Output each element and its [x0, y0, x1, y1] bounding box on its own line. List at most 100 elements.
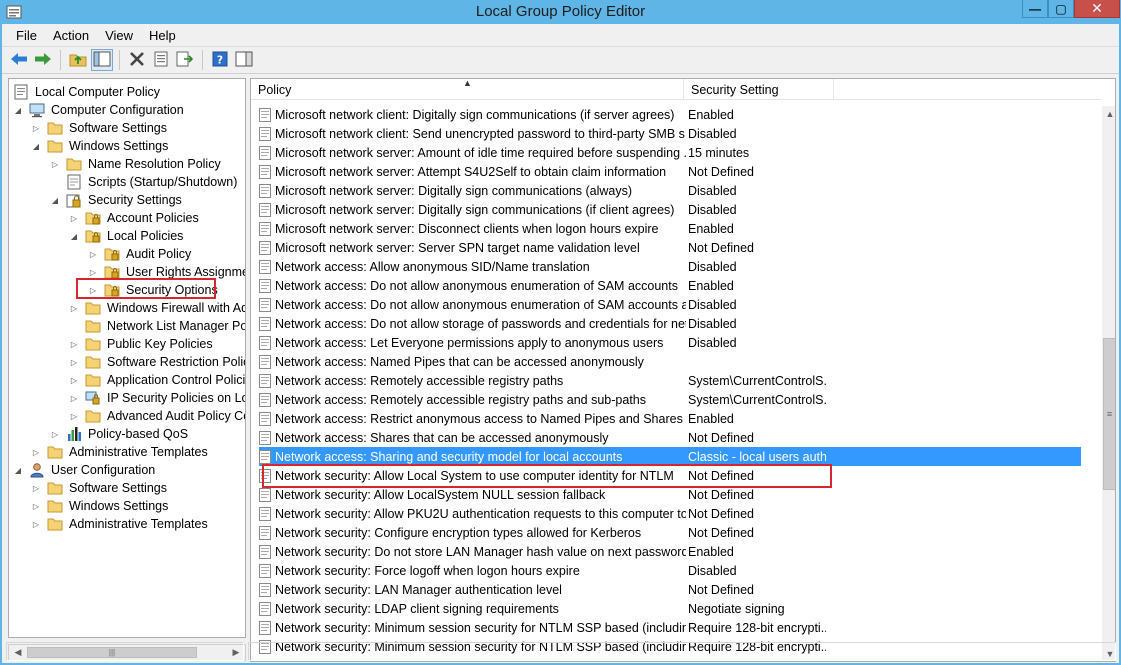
scroll-up-icon[interactable]: ▲ [1102, 106, 1115, 122]
tree-node-administrative-templates[interactable]: ▷ Administrative Templates [31, 515, 210, 533]
expand-icon[interactable]: ▷ [69, 213, 79, 223]
up-folder-button[interactable] [67, 49, 89, 71]
tree-node-public-key-policies[interactable]: ▷ Public Key Policies [69, 335, 215, 353]
tree-node-administrative-templates[interactable]: ▷ Administrative Templates [31, 443, 210, 461]
scroll-thumb[interactable]: ≡ [1103, 338, 1115, 490]
table-row[interactable]: Network access: Remotely accessible regi… [259, 371, 1081, 390]
collapse-icon[interactable]: ◢ [69, 231, 79, 241]
table-row[interactable]: Network security: Do not store LAN Manag… [259, 542, 1081, 561]
table-row[interactable]: Microsoft network server: Digitally sign… [259, 200, 1081, 219]
expand-icon[interactable]: ▷ [31, 519, 41, 529]
expand-icon[interactable]: ▷ [31, 123, 41, 133]
policy-name-cell: Network security: LDAP client signing re… [275, 601, 559, 616]
security-folder-icon [85, 210, 101, 226]
menu-action[interactable]: Action [45, 26, 97, 45]
collapse-icon[interactable]: ◢ [13, 465, 23, 475]
forward-arrow-button[interactable] [32, 49, 54, 71]
table-row[interactable]: Microsoft network client: Send unencrypt… [259, 124, 1081, 143]
column-security-setting[interactable]: Security Setting [684, 79, 834, 100]
expand-icon[interactable]: ▷ [31, 483, 41, 493]
table-row[interactable]: Network access: Shares that can be acces… [259, 428, 1081, 447]
expand-icon[interactable]: ▷ [69, 339, 79, 349]
expand-icon[interactable]: ▷ [31, 447, 41, 457]
policy-list[interactable]: Policy ▲ Security Setting Microsoft netw… [250, 78, 1116, 662]
tree-node-software-restriction-policie[interactable]: ▷ Software Restriction Policie [69, 353, 245, 371]
table-row[interactable]: Network access: Restrict anonymous acces… [259, 409, 1081, 428]
tree-node-windows-firewall-with-adv[interactable]: ▷ Windows Firewall with Adv [69, 299, 246, 317]
table-row[interactable]: Network access: Remotely accessible regi… [259, 390, 1081, 409]
tree-node-policy-based-qos[interactable]: ▷ Policy-based QoS [50, 425, 190, 443]
table-row[interactable]: Network security: LAN Manager authentica… [259, 580, 1081, 599]
tree-node-ip-security-policies-on-loca[interactable]: ▷ IP Security Policies on Loca [69, 389, 245, 407]
tree-node-advanced-audit-policy-cor[interactable]: ▷ Advanced Audit Policy Cor [69, 407, 245, 425]
tree-node-computer-configuration[interactable]: ◢ Computer Configuration [13, 101, 186, 119]
table-row[interactable]: Network access: Do not allow anonymous e… [259, 295, 1081, 314]
expand-icon[interactable]: ▷ [88, 267, 98, 277]
table-row[interactable]: Network access: Do not allow anonymous e… [259, 276, 1081, 295]
help-button[interactable]: ? [209, 49, 231, 71]
back-arrow-button[interactable] [8, 49, 30, 71]
expand-icon[interactable]: ▷ [88, 249, 98, 259]
security-setting-cell: System\CurrentControlS... [688, 392, 826, 407]
tree-node-audit-policy[interactable]: ▷ Audit Policy [88, 245, 193, 263]
expand-icon[interactable]: ▷ [50, 429, 60, 439]
tree-node-windows-settings[interactable]: ◢ Windows Settings [31, 137, 170, 155]
menu-file[interactable]: File [8, 26, 45, 45]
table-row[interactable]: Microsoft network server: Attempt S4U2Se… [259, 162, 1081, 181]
expand-icon[interactable]: ▷ [69, 393, 79, 403]
tree-node-windows-settings[interactable]: ▷ Windows Settings [31, 497, 170, 515]
table-row[interactable]: Network access: Named Pipes that can be … [259, 352, 1081, 371]
tree-node-name-resolution-policy[interactable]: ▷ Name Resolution Policy [50, 155, 223, 173]
table-row[interactable]: Network security: Configure encryption t… [259, 523, 1081, 542]
collapse-icon[interactable]: ◢ [31, 141, 41, 151]
policy-setting-icon [259, 449, 271, 464]
list-vertical-scrollbar[interactable]: ▲ ≡ ▼ [1102, 106, 1115, 661]
expand-icon[interactable]: ▷ [69, 303, 79, 313]
tree-node-local-policies[interactable]: ◢ Local Policies [69, 227, 185, 245]
tree-node-network-list-manager-polic[interactable]: Network List Manager Polic [69, 317, 245, 335]
toolbar-separator [202, 50, 203, 70]
tree-node-account-policies[interactable]: ▷ Account Policies [69, 209, 201, 227]
expand-icon[interactable]: ▷ [69, 357, 79, 367]
collapse-icon[interactable]: ◢ [50, 195, 60, 205]
table-row[interactable]: Microsoft network server: Server SPN tar… [259, 238, 1081, 257]
table-row[interactable]: Microsoft network server: Disconnect cli… [259, 219, 1081, 238]
table-row[interactable]: Microsoft network server: Digitally sign… [259, 181, 1081, 200]
menu-help[interactable]: Help [141, 26, 184, 45]
export-list-button[interactable] [174, 49, 196, 71]
table-row[interactable]: Network access: Allow anonymous SID/Name… [259, 257, 1081, 276]
delete-button[interactable] [126, 49, 148, 71]
collapse-icon[interactable]: ◢ [13, 105, 23, 115]
tree-node-application-control-policie[interactable]: ▷ Application Control Policie [69, 371, 245, 389]
table-row[interactable]: Network security: Minimum session securi… [259, 618, 1081, 637]
close-button[interactable]: ✕ [1074, 0, 1120, 18]
tree-node-label: Windows Firewall with Adv [107, 301, 246, 315]
menu-view[interactable]: View [97, 26, 141, 45]
table-row[interactable]: Network security: Allow PKU2U authentica… [259, 504, 1081, 523]
table-row[interactable]: Microsoft network client: Digitally sign… [259, 105, 1081, 124]
policy-setting-icon [259, 373, 271, 388]
show-action-pane-button[interactable] [233, 49, 255, 71]
minimize-button[interactable]: — [1022, 0, 1048, 18]
table-row[interactable]: Network security: Force logoff when logo… [259, 561, 1081, 580]
table-row[interactable]: Microsoft network server: Amount of idle… [259, 143, 1081, 162]
expand-icon[interactable]: ▷ [69, 375, 79, 385]
maximize-button[interactable]: ▢ [1048, 0, 1074, 18]
properties-button[interactable] [150, 49, 172, 71]
tree-node-software-settings[interactable]: ▷ Software Settings [31, 119, 169, 137]
expand-icon[interactable]: ▷ [31, 501, 41, 511]
tree-node-scripts-startup-shutdown[interactable]: Scripts (Startup/Shutdown) [50, 173, 239, 191]
tree-node-user-configuration[interactable]: ◢ User Configuration [13, 461, 157, 479]
tree-node-local-computer-policy[interactable]: Local Computer Policy [13, 83, 162, 101]
show-hide-tree-button[interactable] [91, 49, 113, 71]
console-tree[interactable]: Local Computer Policy ◢ Computer Configura… [8, 78, 246, 638]
expand-icon[interactable]: ▷ [69, 411, 79, 421]
folder-icon [85, 354, 101, 370]
tree-node-security-settings[interactable]: ◢ Security Settings [50, 191, 184, 209]
expand-icon[interactable]: ▷ [50, 159, 60, 169]
column-policy[interactable]: Policy ▲ [251, 79, 684, 100]
table-row[interactable]: Network access: Let Everyone permissions… [259, 333, 1081, 352]
table-row[interactable]: Network access: Do not allow storage of … [259, 314, 1081, 333]
tree-node-software-settings[interactable]: ▷ Software Settings [31, 479, 169, 497]
table-row[interactable]: Network security: LDAP client signing re… [259, 599, 1081, 618]
